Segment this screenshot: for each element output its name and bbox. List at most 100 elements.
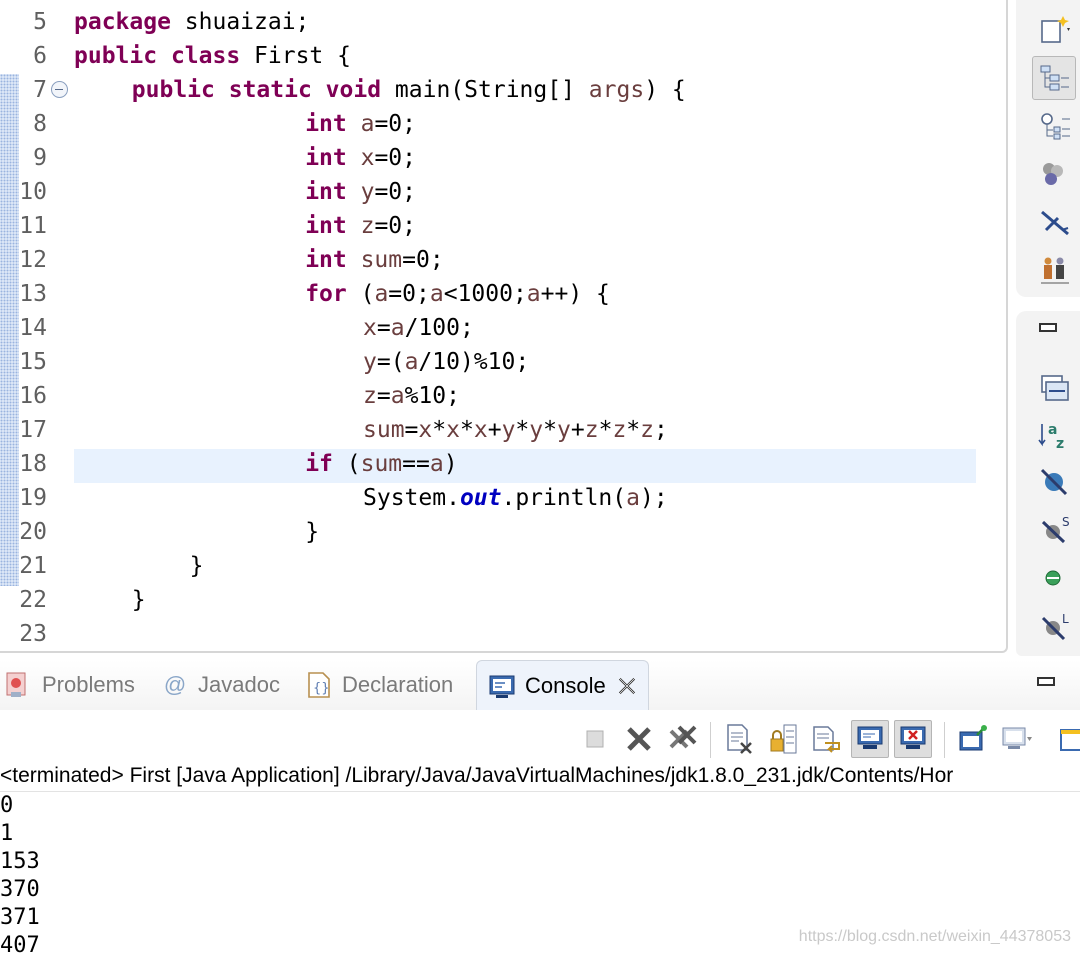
tab-javadoc[interactable]: @ Javadoc xyxy=(160,660,280,710)
variable-token: a xyxy=(626,485,640,511)
code-line[interactable]: 5 package shuaizai; xyxy=(0,5,1000,39)
code-token: * xyxy=(459,417,474,443)
code-token: =0; xyxy=(402,247,444,273)
code-token: /100; xyxy=(404,315,474,341)
code-line[interactable]: 21} xyxy=(0,549,1000,583)
hide-fields-icon[interactable] xyxy=(1038,466,1072,496)
code-token: shuaizai; xyxy=(184,9,310,35)
code-line[interactable]: 22} xyxy=(0,583,1000,617)
code-line[interactable]: 9 int x=0; xyxy=(0,141,1000,175)
keyword-token: int xyxy=(305,247,361,273)
code-token: ; xyxy=(654,417,668,443)
minimize-views-icon[interactable] xyxy=(1037,677,1055,686)
new-java-class-icon[interactable] xyxy=(1038,14,1072,44)
code-line[interactable]: 17 sum=x*x*x+y*y*y+z*z*z; xyxy=(0,413,1000,447)
debug-icon[interactable] xyxy=(1038,208,1072,238)
hide-local-types-icon[interactable]: L xyxy=(1038,611,1072,641)
console-launch-description: <terminated> First [Java Application] /L… xyxy=(0,760,1080,792)
display-console-icon[interactable] xyxy=(998,720,1036,758)
code-token: } xyxy=(305,519,320,545)
code-line[interactable]: 7 public static void main(String[] args) … xyxy=(0,73,1000,107)
code-line[interactable]: 13 for (a=0;a<1000;a++) { xyxy=(0,277,1000,311)
code-token: First { xyxy=(254,43,351,69)
line-number: 23 xyxy=(19,621,47,647)
sort-alphabetical-icon[interactable]: az xyxy=(1038,420,1072,452)
run-config-icon[interactable] xyxy=(1038,255,1072,285)
code-line[interactable]: 10 int y=0; xyxy=(0,175,1000,209)
type-hierarchy-icon[interactable] xyxy=(1038,111,1072,141)
code-line[interactable]: 12 int sum=0; xyxy=(0,243,1000,277)
scroll-lock-icon[interactable] xyxy=(764,720,802,758)
variable-token: a xyxy=(429,281,444,307)
line-number: 13 xyxy=(19,281,47,307)
variable-token: y xyxy=(363,349,377,375)
code-token: =0; xyxy=(374,145,416,171)
code-line[interactable]: 19 System.out.println(a); xyxy=(0,481,1000,515)
show-on-stderr-icon[interactable] xyxy=(894,720,932,758)
show-on-stdout-icon[interactable] xyxy=(851,720,889,758)
tab-javadoc-label: Javadoc xyxy=(198,672,280,697)
code-token: * xyxy=(515,417,530,443)
restore-icon[interactable] xyxy=(1038,373,1072,403)
keyword-token: int xyxy=(305,111,361,137)
code-token: main(String[] xyxy=(394,77,589,103)
tab-console[interactable]: Console xyxy=(476,660,649,710)
word-wrap-icon[interactable] xyxy=(808,720,846,758)
tab-declaration-label: Declaration xyxy=(342,672,454,697)
svg-text:z: z xyxy=(1056,436,1064,450)
code-text: public static void main(String[] args) { xyxy=(132,73,686,107)
code-token: =0; xyxy=(374,111,416,137)
toolbar-separator xyxy=(944,722,945,758)
code-text: } xyxy=(190,549,204,583)
variable-token: a xyxy=(390,383,405,409)
variable-token: sum xyxy=(360,451,403,477)
code-line[interactable]: 20} xyxy=(0,515,1000,549)
minimize-icon[interactable] xyxy=(1039,323,1057,332)
keyword-token: public xyxy=(74,43,171,69)
line-number: 18 xyxy=(19,451,47,477)
variable-token: x xyxy=(418,417,433,443)
code-line[interactable]: 11 int z=0; xyxy=(0,209,1000,243)
close-icon[interactable] xyxy=(616,675,638,697)
code-line[interactable]: 15 y=(a/10)%10; xyxy=(0,345,1000,379)
remove-launch-icon[interactable] xyxy=(620,720,658,758)
code-text: for (a=0;a<1000;a++) { xyxy=(305,277,610,311)
hide-non-public-icon[interactable] xyxy=(1038,563,1072,593)
code-token: ); xyxy=(639,485,668,511)
console-output-line: 370 xyxy=(0,877,40,902)
remove-all-terminated-icon[interactable] xyxy=(664,720,702,758)
problems-icon xyxy=(4,670,34,700)
code-line[interactable]: 14 x=a/100; xyxy=(0,311,1000,345)
code-token: * xyxy=(598,417,613,443)
code-token: = xyxy=(404,417,419,443)
variable-token: z xyxy=(363,383,377,409)
tab-problems[interactable]: Problems xyxy=(4,660,135,710)
code-line[interactable]: 18 if (sum==a) xyxy=(0,447,1000,481)
code-token: } xyxy=(131,587,146,613)
code-editor[interactable]: 5 package shuaizai; 6 public class First {7… xyxy=(0,0,1008,653)
console-icon xyxy=(487,671,517,701)
hide-static-icon[interactable]: S xyxy=(1038,514,1072,544)
tab-declaration[interactable]: {} Declaration xyxy=(304,660,453,710)
code-line[interactable]: 23 xyxy=(0,617,1000,651)
code-token: /10)%10; xyxy=(418,349,530,375)
code-line[interactable]: 16 z=a%10; xyxy=(0,379,1000,413)
new-console-icon[interactable] xyxy=(1052,720,1080,758)
clear-console-icon[interactable] xyxy=(720,720,758,758)
code-token: == xyxy=(402,451,430,477)
code-line[interactable]: 6 public class First { xyxy=(0,39,1000,73)
console-output-line: 1 xyxy=(0,821,14,846)
code-line[interactable]: 8 int a=0; xyxy=(0,107,1000,141)
package-explorer-icon[interactable] xyxy=(1038,63,1072,93)
line-number: 17 xyxy=(19,417,47,443)
outline-icon[interactable] xyxy=(1038,160,1072,190)
code-text: z=a%10; xyxy=(363,379,460,413)
svg-text:L: L xyxy=(1062,612,1069,626)
pin-console-icon[interactable] xyxy=(954,720,992,758)
console-output-line: 153 xyxy=(0,849,40,874)
line-number: 20 xyxy=(19,519,47,545)
code-text: } xyxy=(305,515,319,549)
terminate-icon[interactable] xyxy=(576,720,614,758)
variable-token: a xyxy=(404,349,419,375)
console-output-line: 0 xyxy=(0,793,14,818)
